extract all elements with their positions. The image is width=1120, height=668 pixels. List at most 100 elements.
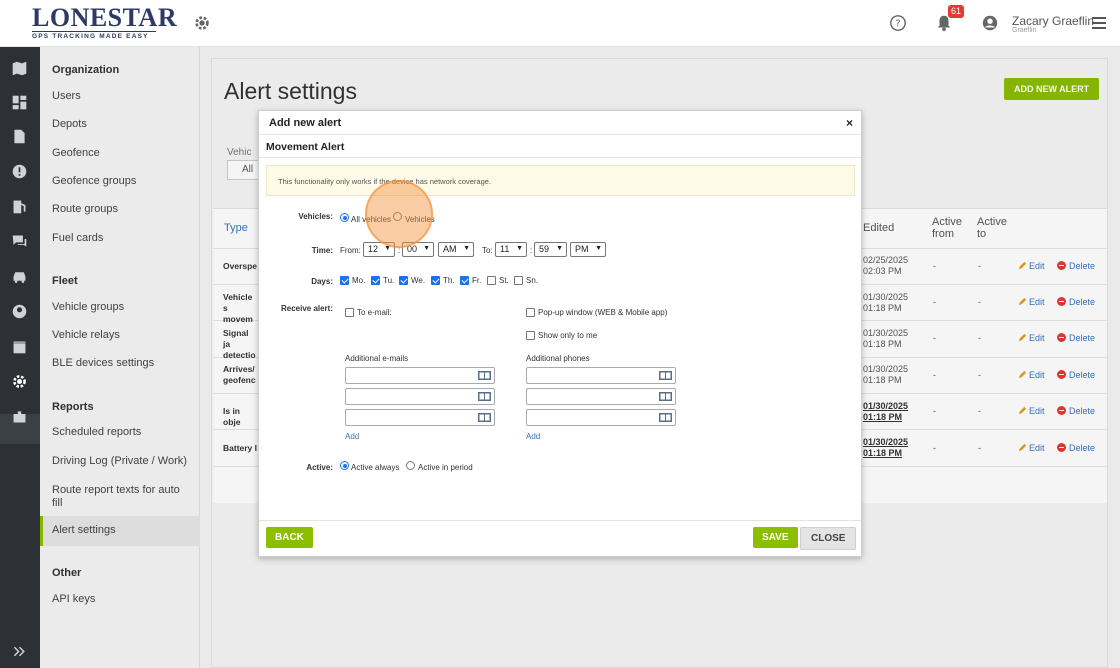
back-button[interactable]: BACK	[266, 527, 313, 548]
address-book-icon[interactable]	[659, 413, 672, 422]
address-book-icon[interactable]	[478, 371, 491, 380]
day-checkbox-sn[interactable]	[514, 276, 523, 285]
address-book-icon[interactable]	[478, 413, 491, 422]
calendar-icon[interactable]	[11, 338, 28, 355]
driver-icon[interactable]	[11, 303, 28, 320]
modal-divider	[259, 157, 861, 158]
gear-icon[interactable]	[193, 14, 211, 32]
user-name[interactable]: Zacary Graeflin	[1012, 14, 1094, 28]
day-checkbox-mo[interactable]	[340, 276, 349, 285]
alert-icon[interactable]	[11, 163, 28, 180]
additional-phones-label: Additional phones	[526, 354, 590, 363]
document-icon[interactable]	[11, 128, 28, 145]
day-checkbox-fr[interactable]	[460, 276, 469, 285]
day-label-th: Th.	[443, 276, 455, 285]
day-label-mo: Mo.	[352, 276, 366, 285]
modal-title: Add new alert	[269, 117, 342, 129]
from-ampm-select[interactable]: AM ▼	[438, 242, 474, 257]
close-button[interactable]: CLOSE	[800, 527, 857, 550]
days-label: Days:	[311, 277, 333, 286]
chevron-down-icon: ▼	[516, 245, 523, 252]
additional-email-input-3[interactable]	[345, 409, 495, 426]
to-minute-select[interactable]: 59 ▼	[534, 242, 567, 257]
from-label: From:	[340, 246, 361, 255]
chat-icon[interactable]	[11, 233, 28, 250]
modal-footer-divider	[259, 520, 861, 521]
additional-phone-input-3[interactable]	[526, 409, 676, 426]
address-book-icon[interactable]	[478, 392, 491, 401]
fuel-icon[interactable]	[11, 198, 28, 215]
time-separator: :	[530, 246, 533, 255]
add-alert-modal: Add new alert × Movement Alert This func…	[258, 110, 862, 557]
user-avatar-icon[interactable]	[981, 14, 999, 32]
day-label-st: St.	[499, 276, 509, 285]
additional-phone-input-1[interactable]	[526, 367, 676, 384]
to-email-checkbox[interactable]	[345, 308, 354, 317]
top-bar: LONESTAR GPS TRACKING MADE EASY ? 61 Zac…	[0, 0, 1120, 47]
to-label: To:	[482, 246, 493, 255]
only-me-checkbox[interactable]	[526, 331, 535, 340]
address-book-icon[interactable]	[659, 371, 672, 380]
icon-rail	[0, 47, 40, 668]
add-phone-link[interactable]: Add	[526, 432, 540, 441]
save-button[interactable]: SAVE	[753, 527, 798, 548]
add-email-link[interactable]: Add	[345, 432, 359, 441]
vehicles-label: Vehicles:	[298, 212, 333, 221]
day-label-tu: Tu.	[383, 276, 395, 285]
popup-window-checkbox[interactable]	[526, 308, 535, 317]
day-checkbox-th[interactable]	[431, 276, 440, 285]
chevron-down-icon: ▼	[595, 245, 602, 252]
additional-emails-label: Additional e-mails	[345, 354, 409, 363]
close-icon[interactable]: ×	[846, 116, 853, 130]
additional-email-input-2[interactable]	[345, 388, 495, 405]
active-always-radio[interactable]	[340, 461, 349, 470]
settings-icon[interactable]	[11, 373, 28, 390]
brand-tagline: GPS TRACKING MADE EASY	[32, 31, 156, 40]
to-ampm-select[interactable]: PM ▼	[570, 242, 606, 257]
notification-badge: 61	[948, 5, 965, 18]
help-icon[interactable]: ?	[889, 14, 907, 32]
popup-window-label: Pop-up window (WEB & Mobile app)	[538, 308, 668, 317]
expand-icon[interactable]	[11, 643, 28, 660]
from-hour-value: 12	[368, 244, 379, 254]
active-always-label: Active always	[351, 463, 400, 472]
car-icon[interactable]	[11, 268, 28, 285]
svg-text:?: ?	[895, 19, 900, 30]
chevron-down-icon: ▼	[423, 245, 430, 252]
address-book-icon[interactable]	[659, 392, 672, 401]
modal-divider	[259, 134, 861, 135]
click-indicator	[365, 180, 433, 248]
to-ampm-value: PM	[575, 244, 589, 254]
from-ampm-value: AM	[443, 244, 457, 254]
day-checkbox-tu[interactable]	[371, 276, 380, 285]
only-me-label: Show only to me	[538, 331, 598, 340]
day-label-fr: Fr.	[472, 276, 482, 285]
coverage-notice: This functionality only works if the dev…	[266, 165, 855, 196]
active-in-period-radio[interactable]	[406, 461, 415, 470]
active-in-period-label: Active in period	[418, 463, 473, 472]
chevron-down-icon: ▼	[463, 245, 470, 252]
brand-logo[interactable]: LONESTAR GPS TRACKING MADE EASY	[32, 3, 178, 40]
modal-subtitle: Movement Alert	[266, 141, 345, 153]
day-label-sn: Sn.	[526, 276, 539, 285]
additional-email-input-1[interactable]	[345, 367, 495, 384]
plugin-icon[interactable]	[11, 408, 28, 425]
time-label: Time:	[311, 246, 333, 255]
additional-phone-input-2[interactable]	[526, 388, 676, 405]
to-hour-select[interactable]: 11 ▼	[495, 242, 527, 257]
user-company: Graeflin	[1012, 27, 1037, 34]
all-vehicles-radio[interactable]	[340, 213, 349, 222]
active-label: Active:	[306, 463, 333, 472]
receive-alert-label: Receive alert:	[280, 304, 333, 313]
day-checkbox-st[interactable]	[487, 276, 496, 285]
hamburger-menu-icon[interactable]	[1092, 17, 1106, 29]
dashboard-icon[interactable]	[11, 94, 28, 111]
day-label-we: We.	[411, 276, 426, 285]
day-checkbox-we[interactable]	[399, 276, 408, 285]
brand-name: LONESTAR	[32, 3, 178, 32]
to-email-label: To e-mail:	[357, 308, 392, 317]
to-minute-value: 59	[539, 244, 550, 254]
chevron-down-icon: ▼	[556, 245, 563, 252]
map-icon[interactable]	[11, 60, 28, 77]
to-hour-value: 11	[500, 244, 510, 254]
